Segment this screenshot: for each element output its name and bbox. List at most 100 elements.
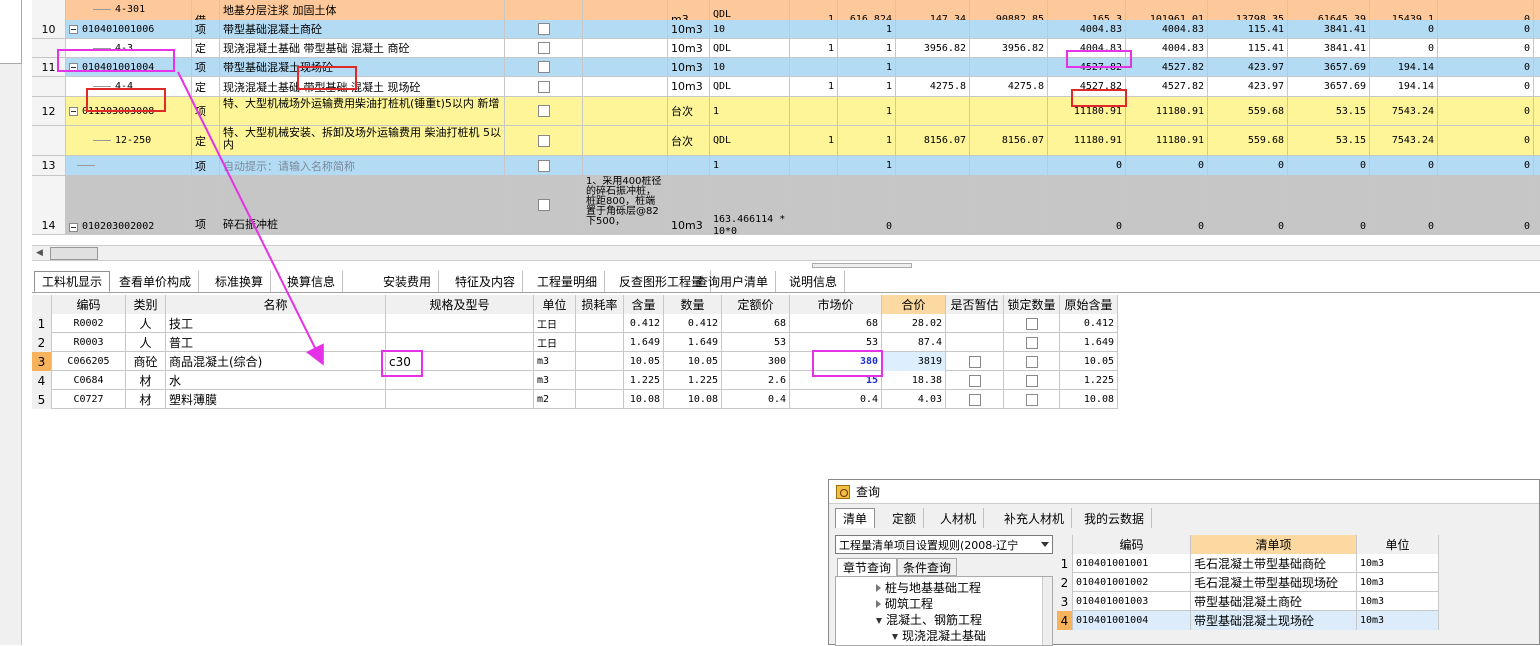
- query-result-row[interactable]: 1 010401001001 毛石混凝土带型基础商砼 10m3: [1057, 554, 1439, 573]
- column-header[interactable]: 清单项: [1191, 535, 1357, 554]
- lock-checkbox[interactable]: [1025, 374, 1038, 387]
- column-header[interactable]: [1057, 535, 1073, 554]
- tree-node[interactable]: 桩与地基基础工程: [876, 579, 981, 596]
- estimate-checkbox[interactable]: [968, 355, 981, 368]
- mach-cell: 0: [1370, 176, 1438, 234]
- left-panel-box: [0, 0, 22, 64]
- tab-4[interactable]: 换算信息: [280, 271, 344, 292]
- resource-row[interactable]: 4 C0684 材水 m3 1.225 1.225 2.6 15 18.38 1.225: [32, 371, 1118, 390]
- column-header[interactable]: 合价: [882, 295, 946, 314]
- column-header[interactable]: 损耗率: [576, 295, 624, 314]
- dialog-tab-4[interactable]: 补充人材机: [997, 508, 1073, 528]
- dialog-tab-5[interactable]: 我的云数据: [1077, 508, 1153, 528]
- quota: 2.6: [767, 375, 786, 386]
- dialog-titlebar[interactable]: 查询: [829, 480, 1539, 504]
- horizontal-scrollbar[interactable]: ◀: [32, 245, 1540, 261]
- query-result-row[interactable]: 4 010401001004 带型基础混凝土现场砼 10m3: [1057, 611, 1439, 630]
- resource-row[interactable]: 1 R0002 人 技工 工日 0.412 0.412 68 68 28.02 0.412: [32, 314, 1118, 333]
- collapsed-arrow-icon[interactable]: [876, 584, 881, 592]
- lock-checkbox[interactable]: [1025, 336, 1038, 349]
- tree-node[interactable]: 现浇混凝土基础: [892, 627, 986, 644]
- resource-row[interactable]: 5 C0727 材 塑料薄膜 m2 10.08 10.08 0.4 0.4 4.03 10.08: [32, 390, 1118, 409]
- row-checkbox[interactable]: [537, 199, 550, 211]
- bill-row[interactable]: 12-250 定 特、大型机械安装、拆卸及场外运输费用 柴油打桩机 5以内 台次 QDL…: [32, 126, 1540, 156]
- collapse-icon[interactable]: [69, 106, 78, 116]
- tab-5[interactable]: 安装费用: [376, 271, 440, 292]
- column-header[interactable]: 锁定数量: [1004, 295, 1060, 314]
- column-header[interactable]: 市场价: [790, 295, 882, 314]
- resource-row[interactable]: 3 C066205 商砼 商品混凝土(综合) c30 m3 10.05 10.05 300 380…: [32, 352, 1118, 371]
- query-result-row[interactable]: 2 010401001002 毛石混凝土带型基础现场砼 10m3: [1057, 573, 1439, 592]
- row-checkbox[interactable]: [537, 80, 550, 93]
- unit-price-cell: 0: [1048, 156, 1126, 175]
- tab-2[interactable]: 查看单价构成: [112, 271, 200, 292]
- row-checkbox[interactable]: [537, 105, 550, 117]
- query-result-row[interactable]: 3 010401001003 带型基础混凝土商砼 10m3: [1057, 592, 1439, 611]
- tree-node[interactable]: 混凝土、钢筋工程: [876, 611, 982, 628]
- lock-checkbox[interactable]: [1025, 393, 1038, 406]
- column-header[interactable]: 规格及型号: [386, 295, 534, 314]
- bill-row[interactable]: 14 010203002002 项 碎石振冲桩 1、采用400桩径的碎石振冲桩，桩距80…: [32, 176, 1540, 235]
- row-checkbox[interactable]: [537, 61, 550, 73]
- dialog-tab-2[interactable]: 定额: [885, 508, 925, 528]
- row-checkbox[interactable]: [537, 134, 550, 147]
- dialog-tab-3[interactable]: 人材机: [933, 508, 985, 528]
- column-header[interactable]: 编码: [1073, 535, 1191, 554]
- collapse-icon[interactable]: [69, 24, 78, 34]
- scrollbar-thumb[interactable]: [50, 247, 98, 260]
- bill-row[interactable]: 11 010401001004 项带型基础混凝土现场砼 10m3 10 1 4527.82 4…: [32, 58, 1540, 77]
- collapse-icon[interactable]: [69, 223, 78, 232]
- bill-row[interactable]: 12 011203003008 项特、大型机械场外运输费用柴油打桩机(锤重t)5以内…: [32, 97, 1540, 126]
- unit: 10m3: [671, 219, 703, 232]
- dialog-subtab-1[interactable]: 章节查询: [837, 558, 898, 576]
- query-grid-header: 编码 清单项 单位: [1057, 535, 1439, 554]
- bill-row[interactable]: 4-4 定现浇混凝土基础 带型基础 混凝土 现场砼 10m3 QDL 1 1 4275.8 4…: [32, 77, 1540, 97]
- pane-splitter-handle[interactable]: [812, 263, 912, 268]
- tab-10[interactable]: 说明信息: [782, 271, 846, 292]
- tab-9[interactable]: 查询用户清单: [689, 271, 777, 292]
- estimate-checkbox[interactable]: [968, 393, 981, 406]
- expanded-arrow-icon[interactable]: [876, 618, 882, 624]
- column-header[interactable]: 数量: [664, 295, 722, 314]
- expanded-arrow-icon[interactable]: [892, 634, 898, 640]
- column-header[interactable]: 原始含量: [1060, 295, 1118, 314]
- column-header[interactable]: [32, 295, 52, 314]
- collapsed-arrow-icon[interactable]: [876, 600, 881, 608]
- annotation-box-4-3: [57, 49, 175, 72]
- lock-checkbox[interactable]: [1025, 355, 1038, 368]
- bill-row[interactable]: 4-3 定现浇混凝土基础 带型基础 混凝土 商砼 10m3 QDL 1 1 3956.82 3…: [32, 39, 1540, 58]
- bill-row[interactable]: 13 项 自动提示：请输入名称简称 1 1 0 0 0 0 0 0: [32, 156, 1540, 176]
- amount-cell: 4.03: [882, 390, 946, 409]
- tab-7[interactable]: 工程量明细: [530, 271, 606, 292]
- bill-row[interactable]: 10 010401001006 项 带型基础混凝土商砼 10m3 10 1 4004.83 40…: [32, 20, 1540, 39]
- tab-6[interactable]: 特征及内容: [448, 271, 524, 292]
- column-header[interactable]: 单位: [534, 295, 576, 314]
- tree-node[interactable]: 砌筑工程: [876, 595, 933, 612]
- resource-row[interactable]: 2 R0003 人 普工 工日 1.649 1.649 53 53 87.4 1.649: [32, 333, 1118, 352]
- tree-vertical-scrollbar[interactable]: [1042, 577, 1052, 645]
- dialog-subtab-2[interactable]: 条件查询: [897, 558, 958, 576]
- column-header[interactable]: 定额价: [722, 295, 790, 314]
- no-cell: 5: [32, 390, 52, 409]
- column-header[interactable]: 类别: [126, 295, 166, 314]
- column-header[interactable]: 编码: [52, 295, 126, 314]
- p2-cell: [970, 20, 1048, 38]
- tab-3[interactable]: 标准换算: [208, 271, 272, 292]
- row-checkbox[interactable]: [537, 159, 550, 172]
- labor-cell: 559.68: [1208, 97, 1288, 125]
- annotation-box-price-4527: [1071, 89, 1127, 107]
- total-cell: 4004.83: [1126, 39, 1208, 57]
- row-checkbox[interactable]: [537, 23, 550, 35]
- dialog-tab-1[interactable]: 清单: [835, 508, 876, 528]
- rule-select[interactable]: 工程量清单项目设置规则(2008-辽宁: [835, 535, 1053, 554]
- column-header[interactable]: 名称: [166, 295, 386, 314]
- row-checkbox[interactable]: [537, 42, 550, 54]
- column-header[interactable]: 是否暂估: [946, 295, 1004, 314]
- column-header[interactable]: 含量: [624, 295, 664, 314]
- tab-1[interactable]: 工料机显示: [34, 271, 111, 292]
- chevron-down-icon[interactable]: [1041, 542, 1049, 547]
- estimate-checkbox[interactable]: [968, 374, 981, 387]
- lock-checkbox[interactable]: [1025, 317, 1038, 330]
- column-header[interactable]: 单位: [1357, 535, 1439, 554]
- scroll-left-icon[interactable]: ◀: [36, 248, 43, 258]
